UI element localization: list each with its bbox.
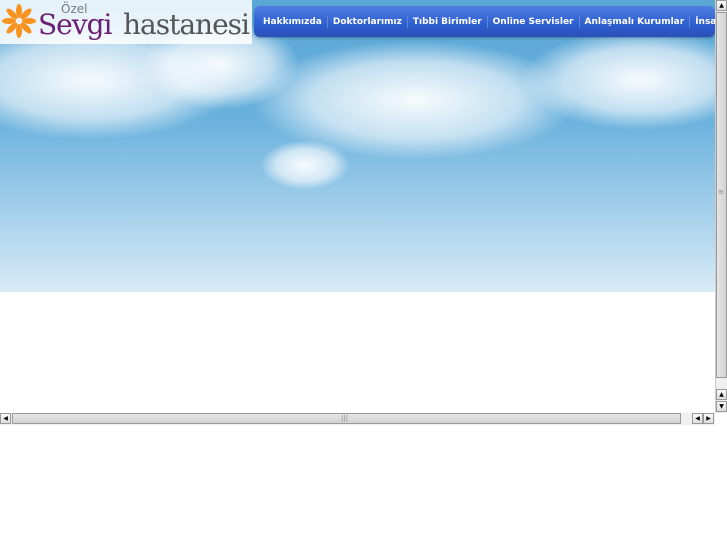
logo-name: Sevgi [38, 8, 112, 41]
horizontal-scrollbar[interactable]: ◀ ||| ◀ ▶ [0, 413, 715, 425]
scroll-down-button[interactable]: ▼ [716, 401, 727, 412]
horizontal-scroll-thumb[interactable]: ||| [12, 413, 681, 424]
scroll-up-button[interactable]: ▲ [716, 0, 727, 11]
scroll-left-button-right[interactable]: ◀ [692, 413, 703, 424]
scroll-up-button-bottom[interactable]: ▲ [716, 389, 727, 400]
vertical-scroll-thumb[interactable]: ≡ [716, 12, 727, 378]
nav-anlasmali-kurumlar[interactable]: Anlaşmalı Kurumlar [580, 15, 691, 28]
nav-insan-kaynaklari[interactable]: İnsan Kaynakları [690, 16, 715, 28]
logo-suffix: hastanesi [123, 8, 250, 41]
page-frame: Özel Sevgi hastanesi Hakkımızda Doktorla… [0, 0, 715, 413]
vertical-scrollbar[interactable]: ▲ ≡ ▲ ▼ [715, 0, 727, 413]
scroll-right-button[interactable]: ▶ [703, 413, 714, 424]
nav-doktorlarimiz[interactable]: Doktorlarımız [328, 15, 408, 28]
nav-hakkimizda[interactable]: Hakkımızda [258, 15, 328, 28]
nav-online-servisler[interactable]: Online Servisler [488, 15, 580, 28]
nav-tibbi-birimler[interactable]: Tıbbi Birimler [408, 15, 488, 28]
main-nav: Hakkımızda Doktorlarımız Tıbbi Birimler … [254, 6, 715, 37]
hospital-logo[interactable]: Özel Sevgi hastanesi [0, 0, 252, 44]
flower-logo-icon [2, 4, 36, 38]
scroll-left-button[interactable]: ◀ [0, 413, 11, 424]
